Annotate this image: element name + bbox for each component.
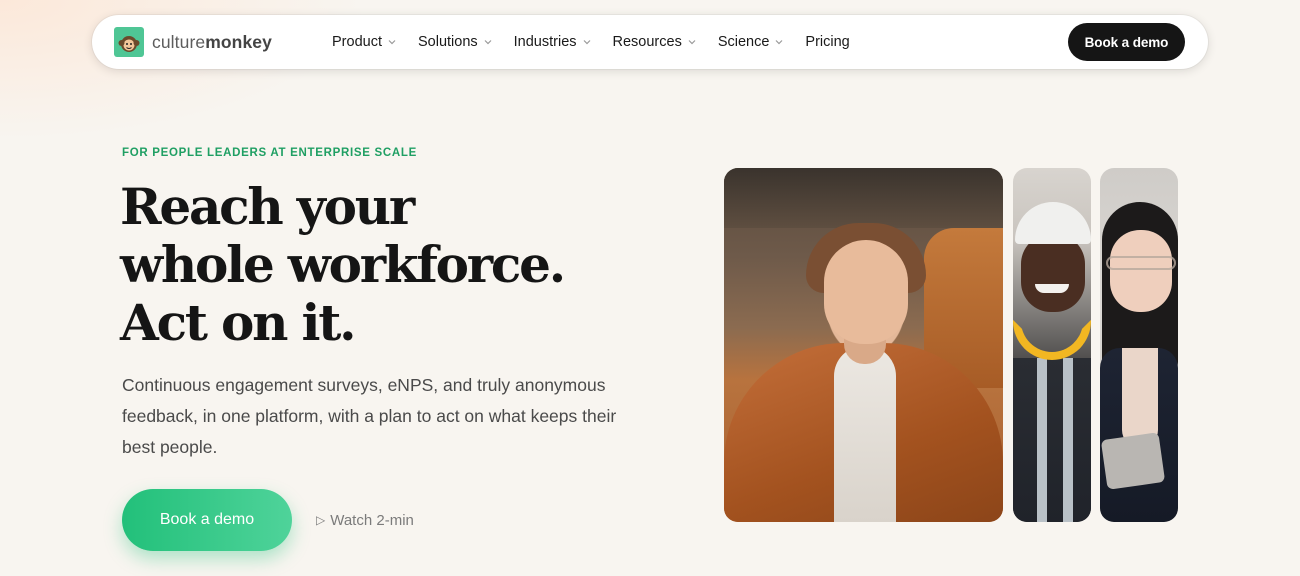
play-icon: ▷ [316,513,326,527]
menu-item-science[interactable]: Science [718,15,784,69]
chevron-down-icon [688,40,696,45]
nav-book-demo-button[interactable]: Book a demo [1068,23,1185,61]
glasses [1106,256,1176,270]
tablet-device [1100,432,1166,490]
menu-item-product[interactable]: Product [332,15,396,69]
photo-vest [1013,358,1091,522]
hero-subcopy: Continuous engagement surveys, eNPS, and… [122,375,617,457]
photo-woman-office [724,168,1003,522]
menu-label: Industries [513,34,577,50]
menu-item-pricing[interactable]: Pricing [805,15,849,69]
menu-label: Solutions [417,34,478,50]
photo-woman-tablet [1100,168,1178,522]
chevron-down-icon [775,40,783,45]
photo-face [824,240,908,344]
menu-label: Science [717,34,770,50]
hero-book-demo-button[interactable]: Book a demo [122,489,292,551]
menu-item-industries[interactable]: Industries [514,15,591,69]
headline-line-3: Act on it. [120,293,357,352]
menu-item-resources[interactable]: Resources [613,15,696,69]
chevron-down-icon [388,40,396,45]
hardhat-icon [1015,202,1091,244]
menu-item-solutions[interactable]: Solutions [418,15,492,69]
menu-label: Pricing [805,34,850,50]
headline-line-1: Reach your [120,177,415,236]
brand-wordmark: culturemonkey [152,31,272,52]
brand-logo[interactable]: culturemonkey [114,27,272,57]
photo-face [1110,230,1172,312]
menu-label: Resources [612,34,682,50]
ear-muffs [1013,320,1091,360]
watch-video-link[interactable]: ▷ Watch 2-min [316,510,414,530]
watch-video-label: Watch 2-min [330,511,414,529]
headline-line-2: whole workforce. [120,235,566,294]
chevron-down-icon [484,40,492,45]
photo-face [1021,234,1085,312]
photo-reflective-stripe [1063,358,1073,522]
main-menu: Product Solutions Industries Resources S… [332,15,850,69]
photo-reflective-stripe [1037,358,1047,522]
photo-smile [1035,284,1069,293]
photo-tshirt [834,346,896,522]
hero-eyebrow: FOR PEOPLE LEADERS AT ENTERPRISE SCALE [122,147,417,159]
top-navbar: culturemonkey Product Solutions Industri… [92,15,1208,69]
photo-background [724,168,1003,228]
chevron-down-icon [583,40,590,45]
menu-label: Product [332,34,382,50]
monkey-logo-icon [114,27,144,57]
photo-worker-hardhat [1013,168,1091,522]
hero-headline: Reach your whole workforce. Act on it. [120,178,680,352]
